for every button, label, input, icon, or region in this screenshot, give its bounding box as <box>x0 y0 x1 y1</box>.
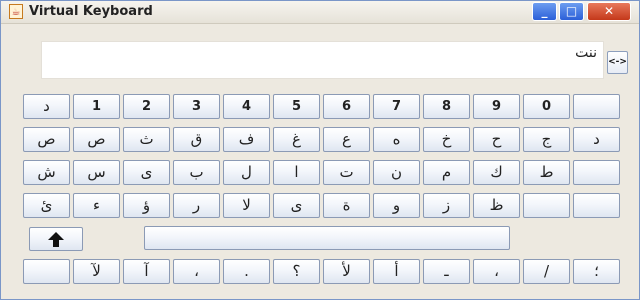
key-r4-c4[interactable]: ر <box>173 193 220 218</box>
key-r4-c3[interactable]: ؤ <box>123 193 170 218</box>
key-r4-c6[interactable]: ى <box>273 193 320 218</box>
key-r3-c4[interactable]: ب <box>173 160 220 185</box>
key-r1-c3[interactable]: 2 <box>123 94 170 119</box>
key-r2-c3[interactable]: ث <box>123 127 170 152</box>
key-r1-c11[interactable]: 0 <box>523 94 570 119</box>
close-icon: ✕ <box>603 4 615 18</box>
shift-arrow-icon <box>48 232 64 247</box>
key-r2-c10[interactable]: ح <box>473 127 520 152</box>
key-r3-c1[interactable]: ش <box>23 160 70 185</box>
key-r5-c10[interactable]: ، <box>473 259 520 284</box>
maximize-button[interactable]: □ <box>559 2 584 21</box>
key-r5-c4[interactable]: ، <box>173 259 220 284</box>
key-r2-c7[interactable]: ع <box>323 127 370 152</box>
key-r2-c5[interactable]: ف <box>223 127 270 152</box>
key-r4-c8[interactable]: و <box>373 193 420 218</box>
key-r1-c9[interactable]: 8 <box>423 94 470 119</box>
key-r1-c6[interactable]: 5 <box>273 94 320 119</box>
key-r1-c5[interactable]: 4 <box>223 94 270 119</box>
key-r4-c10[interactable]: ظ <box>473 193 520 218</box>
key-r5-c8[interactable]: أ <box>373 259 420 284</box>
key-r3-c2[interactable]: س <box>73 160 120 185</box>
key-r3-c6[interactable]: ا <box>273 160 320 185</box>
key-r4-c5[interactable]: لا <box>223 193 270 218</box>
key-r5-c6[interactable]: ؟ <box>273 259 320 284</box>
key-r5-c2[interactable]: لآ <box>73 259 120 284</box>
key-r5-c1[interactable] <box>23 259 70 284</box>
title-bar[interactable]: ☕ Virtual Keyboard _ □ ✕ <box>1 1 639 24</box>
window-title: Virtual Keyboard <box>29 4 153 19</box>
key-r3-c12[interactable] <box>573 160 620 185</box>
key-r4-c9[interactable]: ز <box>423 193 470 218</box>
key-r1-c2[interactable]: 1 <box>73 94 120 119</box>
virtual-keyboard-window: ☕ Virtual Keyboard _ □ ✕ ننت <-> د123456… <box>0 0 640 300</box>
key-r1-c8[interactable]: 7 <box>373 94 420 119</box>
key-r4-c1[interactable]: ئ <box>23 193 70 218</box>
key-r5-c11[interactable]: / <box>523 259 570 284</box>
key-r4-c2[interactable]: ء <box>73 193 120 218</box>
minimize-icon: _ <box>541 4 548 18</box>
key-r2-c8[interactable]: ه <box>373 127 420 152</box>
display-text: ننت <box>575 45 597 61</box>
shift-key[interactable] <box>29 227 83 251</box>
key-r4-c7[interactable]: ة <box>323 193 370 218</box>
key-r4-c11[interactable] <box>523 193 570 218</box>
key-r5-c12[interactable]: ؛ <box>573 259 620 284</box>
key-r2-c4[interactable]: ق <box>173 127 220 152</box>
key-r1-c4[interactable]: 3 <box>173 94 220 119</box>
key-r3-c7[interactable]: ت <box>323 160 370 185</box>
key-r5-c5[interactable]: . <box>223 259 270 284</box>
key-r5-c3[interactable]: آ <box>123 259 170 284</box>
key-r2-c1[interactable]: ص <box>23 127 70 152</box>
key-r2-c6[interactable]: غ <box>273 127 320 152</box>
minimize-button[interactable]: _ <box>532 2 557 21</box>
key-r2-c12[interactable]: د <box>573 127 620 152</box>
key-r3-c9[interactable]: م <box>423 160 470 185</box>
key-r5-c7[interactable]: لأ <box>323 259 370 284</box>
key-r3-c10[interactable]: ك <box>473 160 520 185</box>
key-r1-c10[interactable]: 9 <box>473 94 520 119</box>
key-r2-c9[interactable]: خ <box>423 127 470 152</box>
key-r1-c1[interactable]: د <box>23 94 70 119</box>
key-r3-c5[interactable]: ل <box>223 160 270 185</box>
key-r3-c8[interactable]: ن <box>373 160 420 185</box>
maximize-icon: □ <box>565 4 578 18</box>
key-r4-c12[interactable] <box>573 193 620 218</box>
swap-direction-button[interactable]: <-> <box>607 51 628 74</box>
key-r5-c9[interactable]: ـ <box>423 259 470 284</box>
text-display[interactable]: ننت <box>41 41 604 79</box>
key-r2-c2[interactable]: ص <box>73 127 120 152</box>
key-r1-c12[interactable] <box>573 94 620 119</box>
close-button[interactable]: ✕ <box>587 2 631 21</box>
key-r2-c11[interactable]: ج <box>523 127 570 152</box>
key-r3-c3[interactable]: ى <box>123 160 170 185</box>
space-key[interactable] <box>144 226 510 250</box>
java-icon: ☕ <box>9 4 23 19</box>
key-r3-c11[interactable]: ط <box>523 160 570 185</box>
key-r1-c7[interactable]: 6 <box>323 94 370 119</box>
